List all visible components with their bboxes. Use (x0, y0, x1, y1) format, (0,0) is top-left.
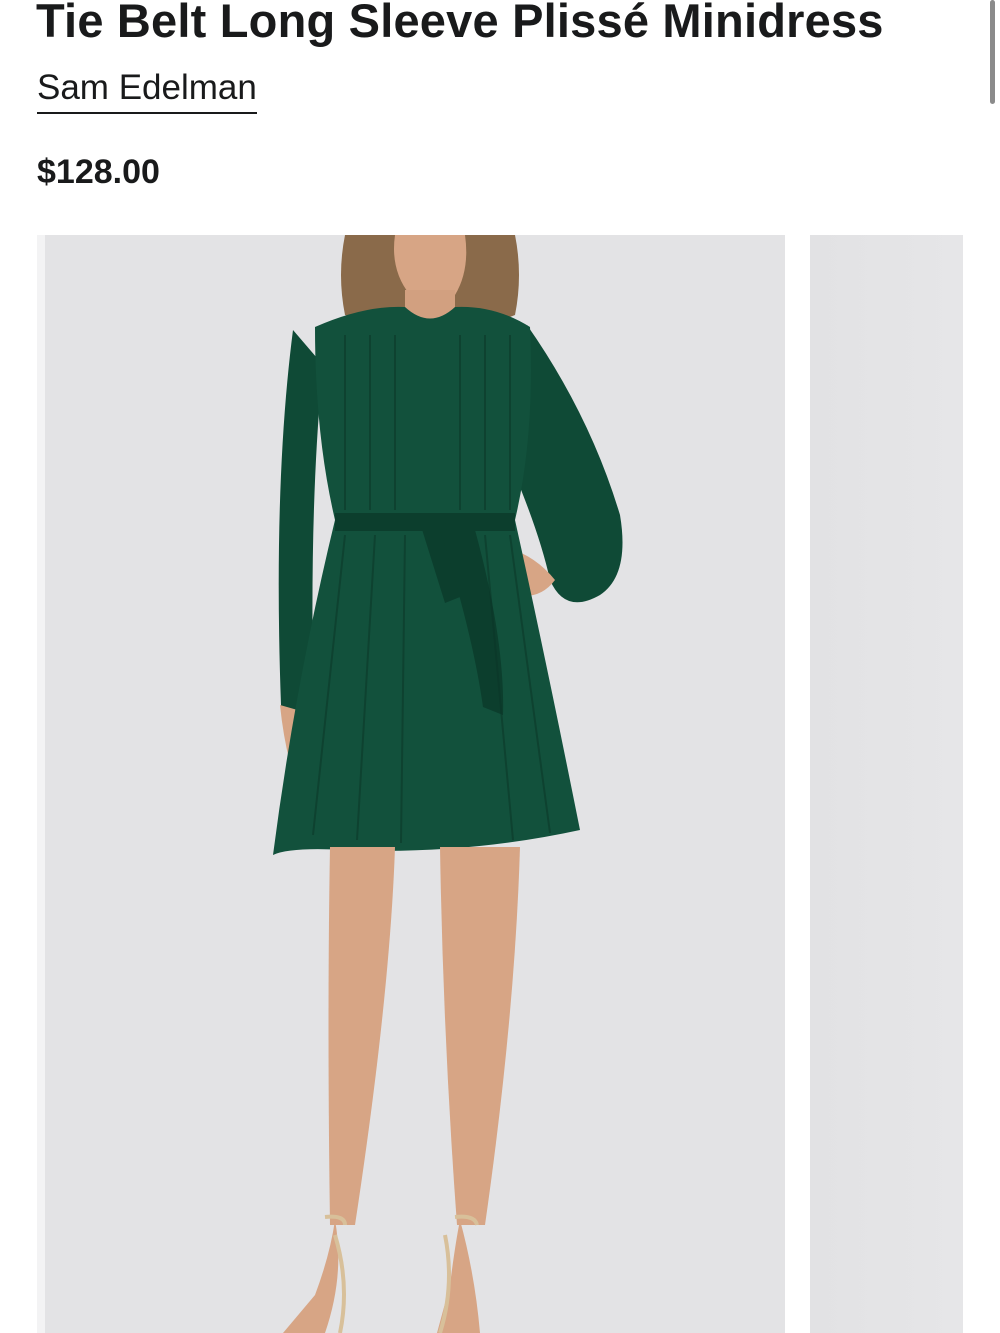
product-title: Tie Belt Long Sleeve Plissé Minidress (36, 0, 884, 47)
gallery-gap (785, 235, 810, 1333)
scrollbar[interactable] (984, 0, 1000, 1333)
scrollbar-thumb[interactable] (990, 0, 995, 104)
product-image-next[interactable] (810, 235, 963, 1333)
brand-link[interactable]: Sam Edelman (37, 66, 257, 114)
product-image-main[interactable] (45, 235, 785, 1333)
image-gallery[interactable] (37, 235, 963, 1333)
model-photo (273, 235, 623, 1333)
product-price: $128.00 (37, 153, 160, 191)
gallery-edge (37, 235, 45, 1333)
